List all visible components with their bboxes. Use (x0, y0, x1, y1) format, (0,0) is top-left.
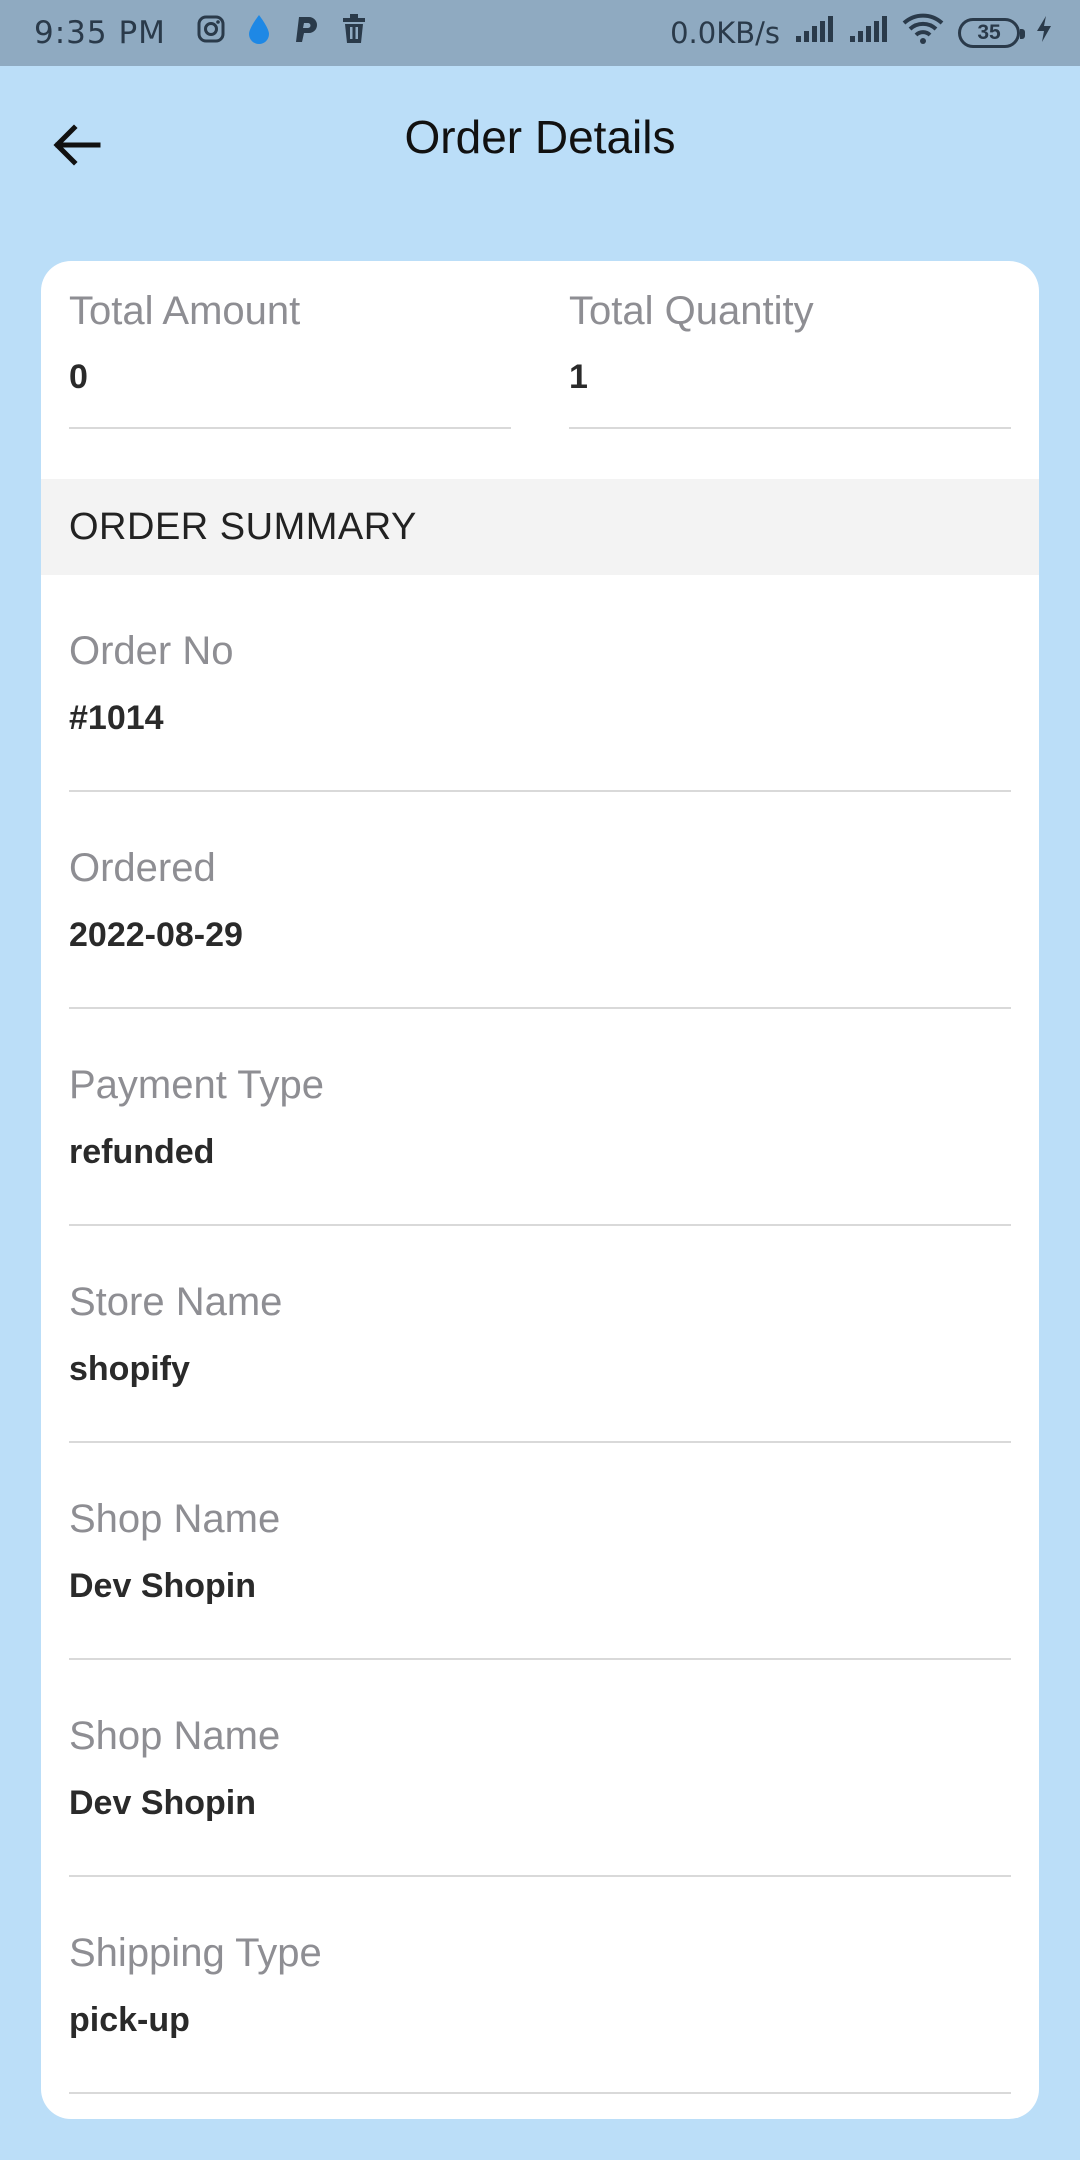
ordered-date-field: Ordered 2022-08-29 (69, 792, 1011, 1009)
wifi-icon (902, 13, 944, 53)
page-title: Order Details (404, 111, 676, 163)
ordered-date-label: Ordered (69, 846, 216, 890)
status-bar: 9:35 PM 0.0KB/s 35 (0, 0, 1080, 66)
status-time: 9:35 PM (34, 15, 166, 51)
total-amount-field: Total Amount 0 (69, 261, 511, 429)
totals-row: Total Amount 0 Total Quantity 1 (69, 261, 1011, 429)
water-drop-icon (246, 13, 272, 53)
total-amount-value: 0 (69, 358, 88, 396)
order-summary-header: ORDER SUMMARY (41, 479, 1039, 575)
shipping-type-label: Shipping Type (69, 1931, 322, 1975)
app-header: Order Details (0, 66, 1080, 216)
order-no-field: Order No #1014 (69, 575, 1011, 792)
order-no-label: Order No (69, 629, 234, 673)
signal-icon (794, 14, 834, 52)
shop-name-field: Shop Name Dev Shopin (69, 1660, 1011, 1877)
payment-type-label: Payment Type (69, 1063, 324, 1107)
total-quantity-label: Total Quantity (569, 289, 814, 333)
payment-type-field: Payment Type refunded (69, 1009, 1011, 1226)
status-left: 9:35 PM (34, 13, 368, 53)
order-no-value: #1014 (69, 699, 164, 737)
charging-icon (1034, 14, 1054, 52)
network-speed: 0.0KB/s (670, 16, 780, 50)
total-quantity-field: Total Quantity 1 (569, 261, 1011, 429)
order-summary-list: Order No #1014 Ordered 2022-08-29 Paymen… (69, 575, 1011, 2094)
battery-icon: 35 (958, 18, 1025, 48)
shipping-type-field: Shipping Type pick-up (69, 1877, 1011, 2094)
payment-type-value: refunded (69, 1133, 215, 1171)
signal-icon (848, 14, 888, 52)
shop-name-value: Dev Shopin (69, 1567, 257, 1605)
store-name-value: shopify (69, 1350, 190, 1388)
battery-level: 35 (977, 21, 1001, 44)
instagram-icon (196, 14, 226, 52)
p-app-icon (292, 13, 320, 53)
shop-name-label: Shop Name (69, 1714, 281, 1758)
total-amount-label: Total Amount (69, 289, 301, 333)
ordered-date-value: 2022-08-29 (69, 916, 243, 954)
shipping-type-value: pick-up (69, 2001, 190, 2039)
store-name-field: Store Name shopify (69, 1226, 1011, 1443)
store-name-label: Store Name (69, 1280, 283, 1324)
total-quantity-value: 1 (569, 358, 588, 396)
shop-name-field: Shop Name Dev Shopin (69, 1443, 1011, 1660)
status-right: 0.0KB/s 35 (670, 13, 1054, 53)
shop-name-value: Dev Shopin (69, 1784, 257, 1822)
order-details-card: Total Amount 0 Total Quantity 1 ORDER SU… (41, 261, 1039, 2119)
trash-icon (340, 13, 368, 53)
shop-name-label: Shop Name (69, 1497, 281, 1541)
